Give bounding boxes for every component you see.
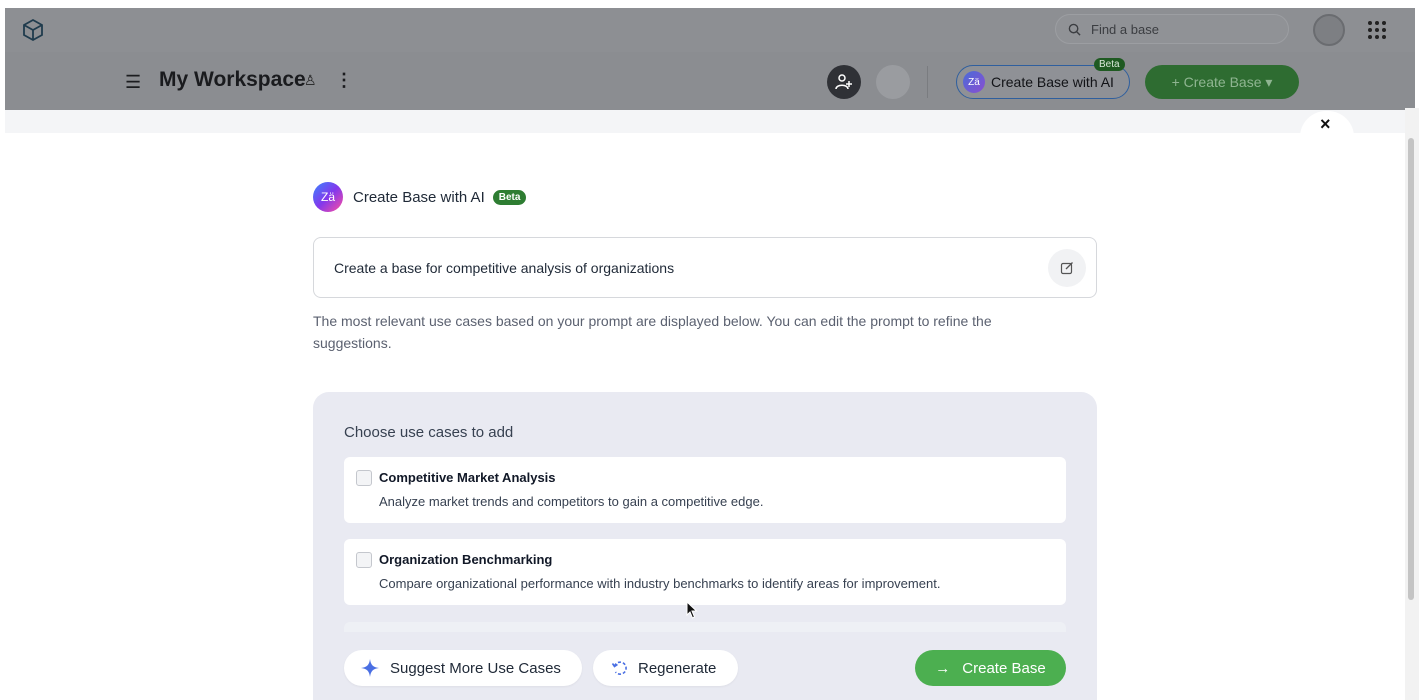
ai-logo-icon: Zä [963,71,985,93]
use-case-title: Competitive Market Analysis [379,470,556,485]
add-user-icon [835,74,852,90]
refresh-icon [611,661,627,675]
invite-user-button[interactable] [827,65,861,99]
close-icon[interactable]: × [1320,114,1331,135]
use-case-panel: Choose use cases to add Competitive Mark… [313,392,1097,700]
use-case-card-partial [344,622,1066,632]
workspace-title: My Workspace [159,68,306,91]
create-base-button[interactable]: → Create Base [915,650,1066,686]
top-bar: Find a base [5,8,1415,52]
workspace-avatar[interactable] [876,65,910,99]
suggest-label: Suggest More Use Cases [390,659,561,677]
beta-badge: Beta [1094,58,1125,71]
use-case-description: Analyze market trends and competitors to… [379,494,764,509]
create-ai-label: Create Base with AI [991,74,1114,90]
use-case-description: Compare organizational performance with … [379,576,941,591]
modal-header: Zä Create Base with AI Beta [313,182,527,212]
prompt-hint: The most relevant use cases based on you… [313,313,992,351]
members-icon: ♙ [304,72,317,88]
edit-prompt-button[interactable] [1048,249,1086,287]
workspace-header: ☰ My Workspace ♙ ⋮ Zä Create Base with A… [5,52,1415,110]
divider [927,66,928,98]
arrow-right-icon: → [935,659,951,677]
prompt-text: Create a base for competitive analysis o… [334,260,675,276]
edit-icon [1060,262,1073,275]
regenerate-label: Regenerate [638,659,717,677]
prompt-field[interactable]: Create a base for competitive analysis o… [313,237,1097,298]
grid-icon[interactable] [1367,20,1387,40]
scrollbar-thumb[interactable] [1408,138,1414,600]
create-base-label: + Create Base ▾ [1171,73,1273,90]
more-options-icon[interactable]: ⋮ [335,70,353,91]
search-input[interactable]: Find a base [1055,14,1289,44]
modal-title: Create Base with AI [353,188,485,206]
ai-logo-icon: Zä [313,182,343,212]
create-base-button-top[interactable]: + Create Base ▾ [1145,65,1299,99]
suggest-more-button[interactable]: Suggest More Use Cases [344,650,582,686]
search-icon [1068,23,1081,36]
beta-badge: Beta [492,189,527,205]
regenerate-button[interactable]: Regenerate [593,650,738,686]
use-case-title: Organization Benchmarking [379,552,553,567]
mouse-cursor-icon [686,601,698,619]
cube-logo-icon[interactable] [21,18,45,42]
use-case-card[interactable]: Organization Benchmarking Compare organi… [344,539,1066,605]
menu-icon[interactable]: ☰ [125,72,141,93]
panel-title: Choose use cases to add [344,424,514,441]
search-placeholder: Find a base [1091,21,1159,37]
use-case-checkbox[interactable] [356,470,372,486]
sparkle-icon [361,659,379,677]
user-avatar[interactable] [1313,14,1345,46]
use-case-card[interactable]: Competitive Market Analysis Analyze mark… [344,457,1066,523]
create-base-label: Create Base [962,659,1046,677]
use-case-checkbox[interactable] [356,552,372,568]
